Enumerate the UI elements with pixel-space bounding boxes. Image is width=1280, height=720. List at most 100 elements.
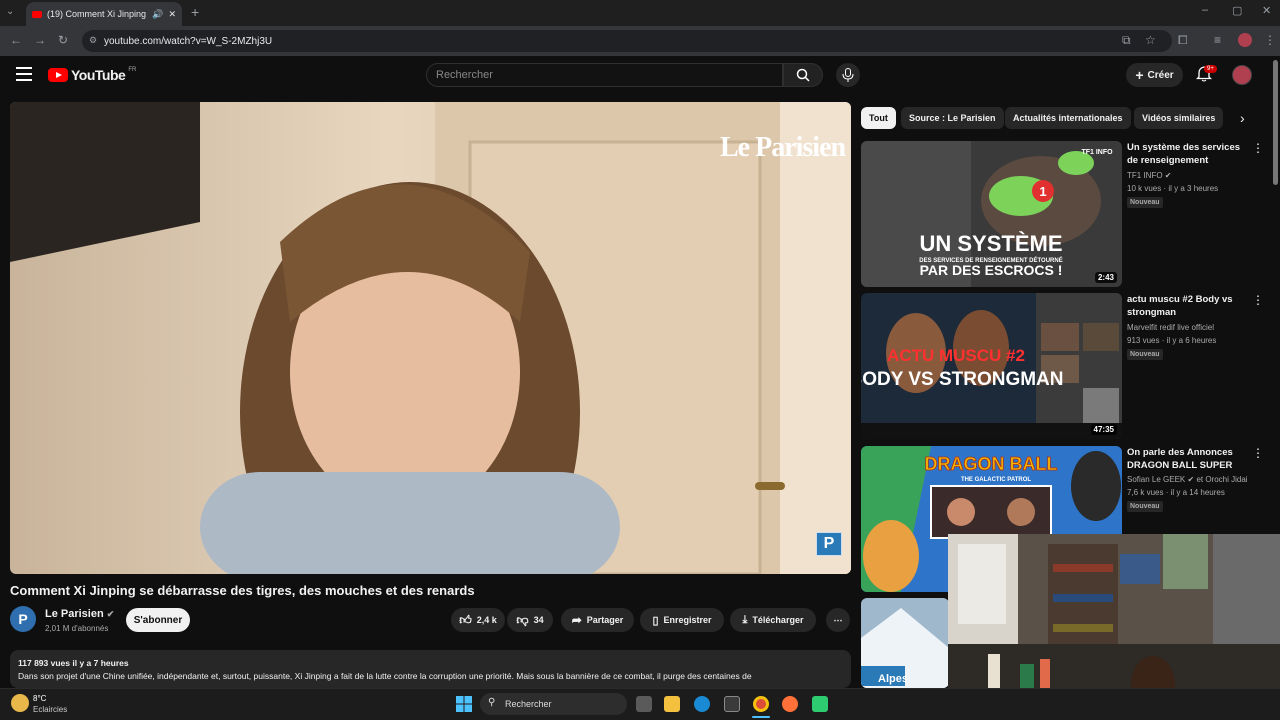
hamburger-menu-icon[interactable]	[16, 67, 32, 81]
rec-menu-icon-2[interactable]: ⋮	[1252, 293, 1264, 307]
browser-tab[interactable]: (19) Comment Xi Jinping se 🔊 ✕	[26, 2, 182, 26]
rec-thumb-headline: UN SYSTÈME	[919, 231, 1062, 256]
share-icon: ➦	[571, 613, 582, 627]
tab-close-icon[interactable]: ✕	[168, 9, 176, 20]
channel-watermark-badge[interactable]: P	[816, 532, 842, 556]
browser-menu-icon[interactable]: ⋮	[1264, 33, 1276, 47]
view-count-date: 117 893 vues il y a 7 heures	[18, 658, 129, 668]
address-bar[interactable]: ⚙ youtube.com/watch?v=W_S-2MZhj3U	[82, 30, 1172, 52]
save-button[interactable]: ▯ Enregistrer	[640, 608, 724, 632]
tab-list-icon[interactable]: ⌄	[6, 6, 14, 17]
window-close-icon[interactable]: ✕	[1262, 4, 1271, 17]
svg-text:1: 1	[1039, 184, 1046, 199]
rec-thumbnail-1[interactable]: 1 UN SYSTÈME DES SERVICES DE RENSEIGNEME…	[861, 141, 1122, 287]
rec-channel-2[interactable]: Marvelfit redif live officiel	[1127, 321, 1214, 334]
chrome-icon[interactable]	[753, 696, 769, 712]
account-avatar[interactable]	[1232, 65, 1252, 85]
rec-new-badge-1: Nouveau	[1127, 197, 1163, 208]
maximize-icon[interactable]: ▢	[1232, 4, 1242, 17]
rec-stats-1: 10 k vues · il y a 3 heures	[1127, 184, 1219, 193]
forward-icon[interactable]: →	[34, 33, 46, 47]
rec-channel-1[interactable]: TF1 INFO ✔	[1127, 169, 1172, 182]
search-icon	[796, 68, 810, 82]
rec-thumbnail-4[interactable]: Alpes	[861, 598, 949, 688]
edge-icon[interactable]	[694, 696, 710, 712]
file-explorer-icon[interactable]	[664, 696, 680, 712]
rec-title-3[interactable]: On parle des Annonces DRAGON BALL SUPER …	[1127, 446, 1249, 473]
create-button[interactable]: + Créer	[1126, 63, 1183, 87]
active-app-indicator	[752, 716, 770, 718]
channel-name[interactable]: Le Parisien ✔	[45, 608, 114, 620]
sidebar-scrollbar[interactable]	[1273, 60, 1278, 185]
audio-playing-icon[interactable]: 🔊	[152, 9, 163, 20]
thumbs-down-icon: 👎︎	[516, 612, 529, 627]
chip-international-news[interactable]: Actualités internationales	[1005, 107, 1131, 129]
chips-next-arrow-icon[interactable]: ›	[1240, 110, 1245, 126]
rec-thumbnail-2[interactable]: ACTU MUSCU #2 BODY VS STRONGMAN 47:35	[861, 293, 1122, 439]
rec-title-1[interactable]: Un système des services de renseignement…	[1127, 141, 1249, 168]
thumbs-up-icon: 👍︎	[459, 612, 472, 627]
app-icon[interactable]	[812, 696, 828, 712]
chip-similar-videos[interactable]: Vidéos similaires	[1134, 107, 1224, 129]
channel-avatar[interactable]: P	[10, 606, 36, 632]
plus-icon: +	[1135, 67, 1144, 83]
verified-badge-icon: ✔	[1164, 171, 1172, 180]
rec-channel-3[interactable]: Sofian Le GEEK ✔ et Orochi Jidai	[1127, 473, 1248, 486]
rec-menu-icon-3[interactable]: ⋮	[1252, 446, 1264, 460]
verified-badge-icon: ✔	[1187, 475, 1195, 484]
download-button[interactable]: ⤓ Télécharger	[730, 608, 816, 632]
share-button[interactable]: ➦ Partager	[561, 608, 634, 632]
media-control-icon[interactable]: ≡	[1214, 33, 1221, 47]
new-tab-icon[interactable]: +	[191, 4, 199, 20]
like-button[interactable]: 👍︎ 2,4 k	[451, 608, 505, 632]
youtube-logo[interactable]: YouTube FR	[48, 67, 136, 83]
description-text: Dans son projet d'une Chine unifiée, ind…	[18, 671, 752, 681]
rec-thumb-corner-logo: TF1 INFO	[1081, 149, 1113, 156]
chip-all[interactable]: Tout	[861, 107, 896, 129]
search-input[interactable]: Rechercher	[426, 63, 783, 87]
search-button[interactable]	[783, 63, 823, 87]
windows-start-icon[interactable]	[456, 696, 472, 712]
rec-thumb-bottomline: PAR DES ESCROCS !	[920, 262, 1063, 278]
dislike-button[interactable]: 👎︎ 34	[507, 608, 553, 632]
rec-thumb-bottomline: BODY VS STRONGMAN	[861, 369, 1064, 390]
firefox-icon[interactable]	[782, 696, 798, 712]
site-info-icon[interactable]: ⚙	[89, 35, 97, 46]
cast-icon[interactable]: ⧉	[1122, 33, 1131, 48]
youtube-favicon-icon	[32, 10, 42, 18]
video-frame	[10, 102, 851, 574]
voice-search-button[interactable]	[836, 63, 860, 87]
video-player[interactable]	[10, 102, 851, 574]
description-box[interactable]: 117 893 vues il y a 7 heures Dans son pr…	[10, 650, 851, 688]
url-text: youtube.com/watch?v=W_S-2MZhj3U	[104, 35, 273, 47]
download-icon: ⤓	[742, 613, 748, 626]
store-icon[interactable]	[724, 696, 740, 712]
back-icon[interactable]: ←	[10, 33, 22, 47]
bookmark-star-icon[interactable]: ☆	[1145, 33, 1156, 47]
extensions-icon[interactable]: ⧠	[1178, 33, 1188, 48]
rec-menu-icon-1[interactable]: ⋮	[1252, 141, 1264, 155]
profile-icon[interactable]	[1238, 33, 1252, 47]
tab-title: (19) Comment Xi Jinping se	[47, 9, 148, 19]
video-brand-watermark: Le Parisien	[720, 132, 846, 163]
more-actions-button[interactable]: ⋯	[826, 608, 850, 632]
weather-temperature: 8°C	[33, 694, 47, 703]
rec-thumb-subline: THE GALACTIC PATROL	[961, 477, 1031, 483]
reload-icon[interactable]: ↻	[58, 33, 68, 47]
task-view-icon[interactable]	[636, 696, 652, 712]
rec-thumb-headline: DRAGON BALL	[925, 454, 1058, 474]
rec-stats-3: 7,6 k vues · il y a 14 heures	[1127, 488, 1225, 497]
weather-description: Eclaircies	[33, 705, 68, 714]
rec-thumb-label: Alpes	[878, 673, 908, 685]
rec-title-2[interactable]: actu muscu #2 Body vs strongman	[1127, 293, 1249, 319]
youtube-play-icon	[48, 68, 68, 82]
rec-stats-2: 913 vues · il y a 6 heures	[1127, 336, 1217, 345]
chip-source-le-parisien[interactable]: Source : Le Parisien	[901, 107, 1004, 129]
taskbar-search[interactable]: ⚲ Rechercher	[480, 693, 627, 715]
bookmark-icon: ▯	[652, 614, 659, 627]
rec-duration: 47:35	[1090, 424, 1117, 435]
video-title: Comment Xi Jinping se débarrasse des tig…	[10, 583, 475, 598]
minimize-icon[interactable]: –	[1202, 4, 1208, 16]
weather-icon[interactable]	[11, 694, 29, 712]
subscribe-button[interactable]: S'abonner	[126, 608, 190, 632]
